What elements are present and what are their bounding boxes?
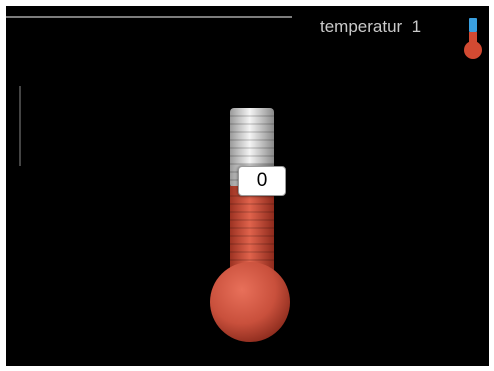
screen: temperatur 1 0 (6, 6, 489, 366)
header-divider (6, 16, 292, 18)
title-label: temperatur (320, 17, 403, 36)
thermometer-icon (464, 18, 482, 59)
title-number: 1 (411, 17, 422, 36)
scrollbar[interactable] (19, 86, 21, 166)
thermometer-gauge[interactable] (202, 102, 298, 342)
thermometer-bulb (210, 262, 290, 342)
temperature-value: 0 (238, 166, 286, 196)
page-title: temperatur 1 (320, 17, 421, 37)
